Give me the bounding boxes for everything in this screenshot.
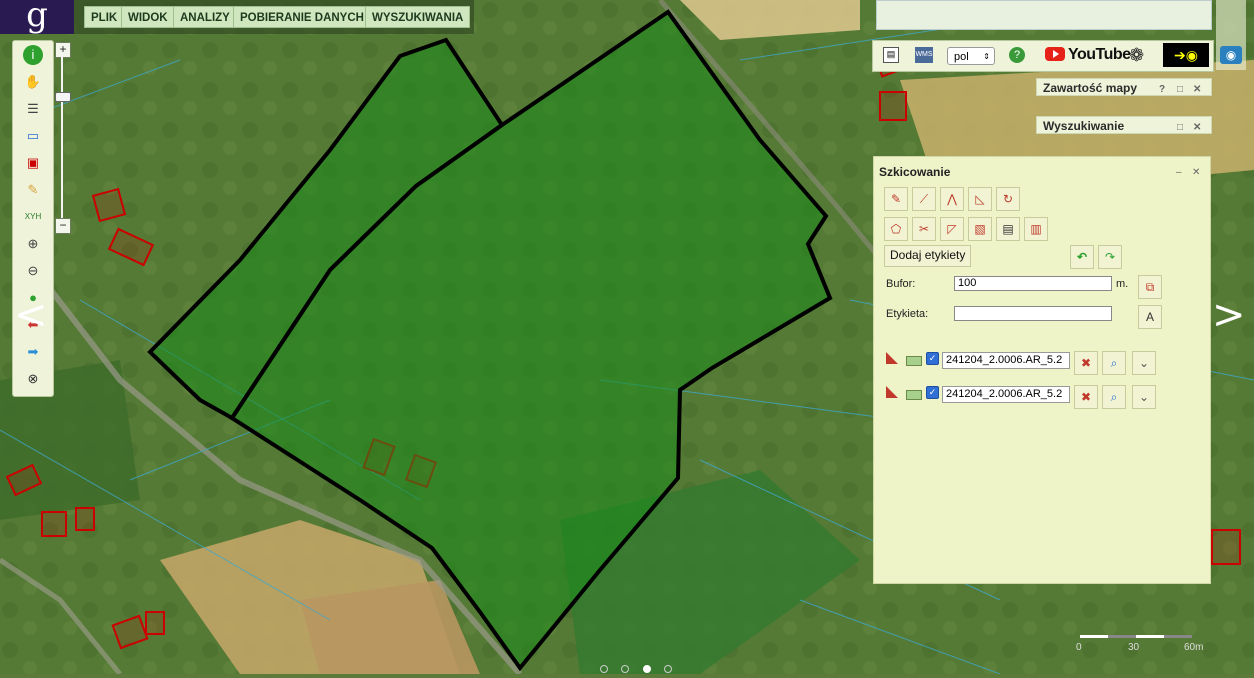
close-icon[interactable]: ✕ bbox=[1193, 81, 1201, 99]
layer-color-swatch[interactable] bbox=[906, 356, 922, 366]
label-text-input[interactable] bbox=[954, 306, 1112, 321]
edit-shape-icon[interactable]: ⬠ bbox=[884, 217, 908, 241]
zoom-slider[interactable]: + − bbox=[55, 40, 71, 236]
draw-polygon-icon[interactable]: ◺ bbox=[968, 187, 992, 211]
maximize-icon[interactable]: □ bbox=[1177, 119, 1183, 137]
menu-analizy[interactable]: ANALIZY bbox=[173, 6, 237, 28]
buffer-unit: m. bbox=[1116, 278, 1129, 290]
apply-buffer-icon[interactable]: ⧉ bbox=[1138, 275, 1162, 299]
buffer-input[interactable]: 100 bbox=[954, 276, 1112, 291]
map-tools-toolbar: i ✋ ☰ ▭ ▣ ✎ XYH ⊕ ⊖ ● ⬅ ➡ ⊗ bbox=[12, 40, 54, 397]
draw-freehand-icon[interactable]: ↻ bbox=[996, 187, 1020, 211]
layer-zoom-icon[interactable]: ⌕ bbox=[1102, 351, 1126, 375]
zoom-out-icon[interactable]: ⊖ bbox=[23, 261, 43, 281]
import-icon[interactable]: ▥ bbox=[1024, 217, 1048, 241]
layer-delete-icon[interactable]: ✖ bbox=[1074, 385, 1098, 409]
layer-name-input[interactable]: 241204_2.0006.AR_5.2 bbox=[942, 352, 1070, 369]
carousel-dot-active[interactable] bbox=[642, 665, 651, 673]
youtube-link[interactable]: YouTube bbox=[1045, 46, 1131, 64]
wms-icon[interactable]: WMS bbox=[915, 47, 933, 63]
overview-minimap[interactable] bbox=[876, 0, 1212, 30]
add-labels-button[interactable]: Dodaj etykiety bbox=[884, 245, 972, 267]
xyh-coordinates-icon[interactable]: XYH bbox=[23, 207, 43, 227]
eye-icon[interactable]: ◉ bbox=[1220, 46, 1242, 64]
zoom-slider-handle[interactable] bbox=[55, 92, 71, 102]
app-logo[interactable]: g bbox=[0, 0, 74, 34]
export-icon[interactable]: ▤ bbox=[996, 217, 1020, 241]
draw-point-icon[interactable]: ✎ bbox=[884, 187, 908, 211]
select-remove-icon[interactable]: ▣ bbox=[23, 153, 43, 173]
apply-label-icon[interactable]: A bbox=[1138, 305, 1162, 329]
panel-search-title: Wyszukiwanie bbox=[1043, 119, 1125, 133]
menu-wyszukiwania[interactable]: WYSZUKIWANIA bbox=[365, 6, 471, 28]
help-icon[interactable]: ? bbox=[1159, 81, 1165, 99]
select-rectangle-icon[interactable]: ▭ bbox=[23, 126, 43, 146]
scale-label: 30 bbox=[1128, 642, 1140, 653]
youtube-label: YouTube bbox=[1068, 46, 1131, 63]
zoom-slider-track bbox=[61, 56, 63, 220]
list-icon[interactable]: ☰ bbox=[23, 99, 43, 119]
redo-icon[interactable]: ↷ bbox=[1098, 245, 1122, 269]
language-select[interactable]: pol ⇕ bbox=[947, 47, 995, 65]
polygon-type-icon bbox=[886, 352, 898, 364]
info-icon[interactable]: i bbox=[23, 45, 43, 65]
layer-name-input[interactable]: 241204_2.0006.AR_5.2 bbox=[942, 386, 1070, 403]
draw-polyline-icon[interactable]: ⋀ bbox=[940, 187, 964, 211]
close-icon[interactable]: ✕ bbox=[1193, 119, 1201, 137]
panel-map-content-title: Zawartość mapy bbox=[1043, 81, 1138, 95]
sketch-panel: Szkicowanie – ✕ ✎ ⟋ ⋀ ◺ ↻ ⬠ ✂ ◸ ▧ ▤ ▥ Do… bbox=[873, 156, 1211, 584]
layer-expand-icon[interactable]: ⌄ bbox=[1132, 351, 1156, 375]
legend-icon[interactable]: ▤ bbox=[883, 47, 899, 63]
delete-shape-icon[interactable]: ✂ bbox=[912, 217, 936, 241]
close-icon[interactable]: ✕ bbox=[1192, 167, 1200, 178]
carousel-dot[interactable] bbox=[664, 665, 673, 673]
menu-pobieranie-danych[interactable]: POBIERANIE DANYCH bbox=[233, 6, 371, 28]
measure-icon[interactable]: ◸ bbox=[940, 217, 964, 241]
polygon-type-icon bbox=[886, 386, 898, 398]
panel-search[interactable]: Wyszukiwanie □ ✕ bbox=[1036, 116, 1212, 134]
menu-widok[interactable]: WIDOK bbox=[121, 6, 175, 28]
language-value: pol bbox=[954, 51, 969, 63]
pan-hand-icon[interactable]: ✋ bbox=[23, 72, 43, 92]
high-contrast-icon[interactable]: ➔◉ bbox=[1163, 43, 1209, 67]
youtube-icon bbox=[1045, 47, 1065, 61]
help-icon[interactable]: ? bbox=[1009, 47, 1025, 63]
maximize-icon[interactable]: □ bbox=[1177, 81, 1183, 99]
previous-arrow-icon[interactable]: < bbox=[14, 292, 48, 338]
accessibility-icon[interactable]: ❁ bbox=[1129, 45, 1144, 66]
clear-icon[interactable]: ⊗ bbox=[23, 369, 43, 389]
scale-bar bbox=[1080, 635, 1192, 638]
draw-line-icon[interactable]: ⟋ bbox=[912, 187, 936, 211]
undo-icon[interactable]: ↶ bbox=[1070, 245, 1094, 269]
carousel-dots bbox=[600, 660, 681, 678]
minimap-toggle-strip: ◉ bbox=[1216, 0, 1246, 70]
layer-visibility-checkbox[interactable]: ✓ bbox=[926, 386, 939, 399]
layer-visibility-checkbox[interactable]: ✓ bbox=[926, 352, 939, 365]
sketch-panel-title: Szkicowanie bbox=[879, 165, 951, 179]
pencil-icon[interactable]: ✎ bbox=[23, 180, 43, 200]
carousel-dot[interactable] bbox=[600, 665, 608, 673]
buffer-label: Bufor: bbox=[886, 278, 916, 290]
panel-map-content[interactable]: Zawartość mapy ? □ ✕ bbox=[1036, 78, 1212, 96]
layer-expand-icon[interactable]: ⌄ bbox=[1132, 385, 1156, 409]
copy-shape-icon[interactable]: ▧ bbox=[968, 217, 992, 241]
zoom-in-icon[interactable]: ⊕ bbox=[23, 234, 43, 254]
label-text-label: Etykieta: bbox=[886, 308, 929, 320]
menu-plik[interactable]: PLIK bbox=[84, 6, 125, 28]
minimize-icon[interactable]: – bbox=[1176, 167, 1182, 178]
next-arrow-icon[interactable]: > bbox=[1212, 292, 1246, 338]
zoom-minus-button[interactable]: − bbox=[55, 218, 71, 234]
select-arrows-icon: ⇕ bbox=[983, 52, 990, 61]
scale-label: 0 bbox=[1076, 642, 1082, 653]
layer-zoom-icon[interactable]: ⌕ bbox=[1102, 385, 1126, 409]
layer-color-swatch[interactable] bbox=[906, 390, 922, 400]
next-view-icon[interactable]: ➡ bbox=[23, 342, 43, 362]
main-menu-bar: g PLIK WIDOK ANALIZY POBIERANIE DANYCH W… bbox=[0, 0, 474, 34]
zoom-plus-button[interactable]: + bbox=[55, 42, 71, 58]
layer-delete-icon[interactable]: ✖ bbox=[1074, 351, 1098, 375]
scale-label: 60m bbox=[1184, 642, 1204, 653]
carousel-dot[interactable] bbox=[621, 665, 630, 673]
top-right-toolbar: ▤ WMS pol ⇕ ? YouTube ❁ ➔◉ bbox=[872, 40, 1214, 72]
